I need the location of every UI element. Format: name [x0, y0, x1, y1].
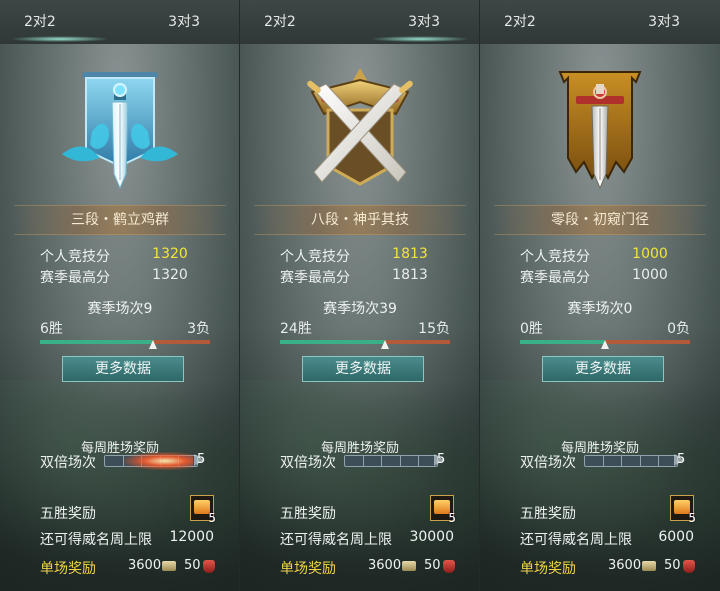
season-high-value: 1000: [632, 267, 668, 283]
rank-emblem-icon: [292, 62, 428, 198]
double-count: 5: [437, 452, 446, 467]
panel-2: 2对2 3对3 零段・初窥门径 个人竞技分 1000 赛季最高分 1000 赛季…: [480, 0, 720, 591]
tab-3v3[interactable]: 3对3: [600, 0, 720, 44]
personal-score-label: 个人竞技分: [520, 249, 590, 265]
rank-title-banner: 三段・鹤立鸡群: [14, 205, 226, 235]
tab-2v2[interactable]: 2对2: [480, 0, 600, 44]
double-track: [584, 455, 678, 467]
rank-title-banner: 零段・初窥门径: [494, 205, 706, 235]
win-loss-bar: [520, 340, 690, 349]
mode-tabs: 2对2 3对3: [0, 0, 239, 44]
fame-cap-label: 还可得威名周上限: [520, 532, 632, 548]
reward-chest-icon[interactable]: 5: [430, 495, 456, 525]
double-matches-progress: 5: [344, 452, 448, 467]
season-matches: 赛季场次9: [87, 301, 153, 317]
mode-tabs: 2对2 3对3: [240, 0, 479, 44]
season-high-value: 1320: [152, 267, 188, 283]
win-fill: [520, 340, 605, 344]
panel-0: 2对2 3对3 三段・鹤立鸡群 个人竞技分 1320 赛季最高分 1320 赛季…: [0, 0, 240, 591]
panel-1: 2对2 3对3 八段・神乎其技 个人竞技分 1813 赛季最高分 1813 赛季…: [240, 0, 480, 591]
double-matches-progress: 5: [584, 452, 688, 467]
rank-emblem-icon: [52, 62, 188, 198]
single-fame-value: 3600: [608, 558, 642, 573]
reward-chest-icon[interactable]: 5: [670, 495, 696, 525]
single-bonus-value: 50: [664, 558, 681, 573]
wins-count: 0胜: [520, 321, 543, 337]
double-count: 5: [197, 452, 206, 467]
single-reward-label: 单场奖励: [280, 561, 336, 577]
five-win-reward-label: 五胜奖励: [40, 506, 96, 522]
fame-cap-value: 6000: [658, 529, 694, 545]
season-high-label: 赛季最高分: [280, 270, 350, 286]
win-loss-marker-icon: [380, 340, 389, 349]
losses-count: 3负: [187, 321, 210, 337]
double-matches-label: 双倍场次: [520, 455, 576, 471]
five-win-reward-label: 五胜奖励: [520, 506, 576, 522]
personal-score-value: 1320: [152, 246, 188, 262]
chest-count: 5: [688, 511, 696, 525]
fame-cap-label: 还可得威名周上限: [280, 532, 392, 548]
double-track: [104, 452, 198, 470]
personal-score-value: 1813: [392, 246, 428, 262]
personal-score-value: 1000: [632, 246, 668, 262]
win-loss-marker-icon: [149, 340, 158, 349]
tab-3v3[interactable]: 3对3: [360, 0, 479, 44]
fame-token-icon: [642, 561, 656, 571]
fame-token-icon: [162, 561, 176, 571]
rank-title-banner: 八段・神乎其技: [254, 205, 466, 235]
single-fame-value: 3600: [368, 558, 402, 573]
wins-count: 6胜: [40, 321, 63, 337]
win-loss-marker-icon: [601, 340, 609, 349]
win-loss-bar: [280, 340, 450, 349]
rank-title: 零段・初窥门径: [551, 212, 649, 228]
single-reward-label: 单场奖励: [520, 561, 576, 577]
chest-count: 5: [448, 511, 456, 525]
double-matches-label: 双倍场次: [280, 455, 336, 471]
single-bonus-value: 50: [424, 558, 441, 573]
single-fame-value: 3600: [128, 558, 162, 573]
win-fill: [40, 340, 154, 344]
arena-stats-screen: 2对2 3对3 三段・鹤立鸡群 个人竞技分 1320 赛季最高分 1320 赛季…: [0, 0, 720, 591]
tab-2v2[interactable]: 2对2: [0, 0, 120, 44]
personal-score-label: 个人竞技分: [40, 249, 110, 265]
double-count: 5: [677, 452, 686, 467]
single-reward-label: 单场奖励: [40, 561, 96, 577]
five-win-reward-label: 五胜奖励: [280, 506, 336, 522]
more-data-button[interactable]: 更多数据: [542, 356, 664, 382]
fame-cap-value: 12000: [169, 529, 214, 545]
season-high-value: 1813: [392, 267, 428, 283]
rank-title: 八段・神乎其技: [311, 212, 409, 228]
more-data-button[interactable]: 更多数据: [62, 356, 184, 382]
reward-chest-icon[interactable]: 5: [190, 495, 216, 525]
losses-count: 0负: [667, 321, 690, 337]
win-loss-bar: [40, 340, 210, 349]
fire-glow-icon: [123, 452, 193, 470]
win-fill: [280, 340, 385, 344]
single-bonus-value: 50: [184, 558, 201, 573]
shield-badge-icon: [683, 560, 695, 573]
fame-token-icon: [402, 561, 416, 571]
season-matches: 赛季场次39: [323, 301, 397, 317]
shield-badge-icon: [443, 560, 455, 573]
season-high-label: 赛季最高分: [40, 270, 110, 286]
tab-3v3[interactable]: 3对3: [120, 0, 239, 44]
season-matches: 赛季场次0: [567, 301, 633, 317]
double-matches-label: 双倍场次: [40, 455, 96, 471]
fame-cap-value: 30000: [409, 529, 454, 545]
personal-score-label: 个人竞技分: [280, 249, 350, 265]
tab-2v2[interactable]: 2对2: [240, 0, 360, 44]
double-track: [344, 455, 438, 467]
wins-count: 24胜: [280, 321, 312, 337]
shield-badge-icon: [203, 560, 215, 573]
rank-emblem-icon: [532, 62, 668, 198]
double-matches-progress: 5: [104, 452, 208, 470]
losses-count: 15负: [418, 321, 450, 337]
fame-cap-label: 还可得威名周上限: [40, 532, 152, 548]
more-data-button[interactable]: 更多数据: [302, 356, 424, 382]
chest-count: 5: [208, 511, 216, 525]
mode-tabs: 2对2 3对3: [480, 0, 720, 44]
season-high-label: 赛季最高分: [520, 270, 590, 286]
rank-title: 三段・鹤立鸡群: [71, 212, 169, 228]
